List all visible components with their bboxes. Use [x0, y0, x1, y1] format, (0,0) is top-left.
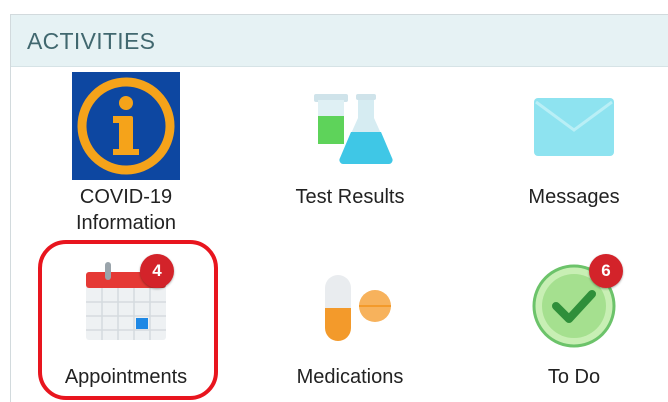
todo-count-badge: 6: [589, 254, 623, 288]
appointments-tile[interactable]: 4 Appointments: [26, 248, 226, 402]
appointments-count-badge: 4: [140, 254, 174, 288]
info-icon: [72, 72, 180, 180]
covid-info-tile[interactable]: COVID-19 Information: [26, 70, 226, 240]
activities-screen: ACTIVITIES COVID-19 Information Test Res…: [0, 0, 668, 402]
envelope-icon: [534, 98, 614, 156]
pill-capsule-icon: [325, 275, 391, 341]
test-results-label: Test Results: [295, 186, 405, 208]
section-title: ACTIVITIES: [27, 28, 156, 54]
appointments-label: Appointments: [64, 366, 188, 388]
lab-flasks-icon: [314, 94, 393, 165]
covid-info-label-line1: COVID-19: [79, 186, 173, 208]
todo-tile[interactable]: 6 To Do: [474, 248, 668, 402]
messages-label: Messages: [528, 186, 620, 208]
covid-info-label-line2: Information: [75, 212, 177, 234]
test-results-tile[interactable]: Test Results: [250, 70, 450, 240]
medications-tile[interactable]: Medications: [250, 248, 450, 402]
todo-label: To Do: [547, 366, 601, 388]
messages-tile[interactable]: Messages: [474, 70, 668, 240]
medications-label: Medications: [296, 366, 404, 388]
activities-header: ACTIVITIES: [11, 15, 668, 67]
